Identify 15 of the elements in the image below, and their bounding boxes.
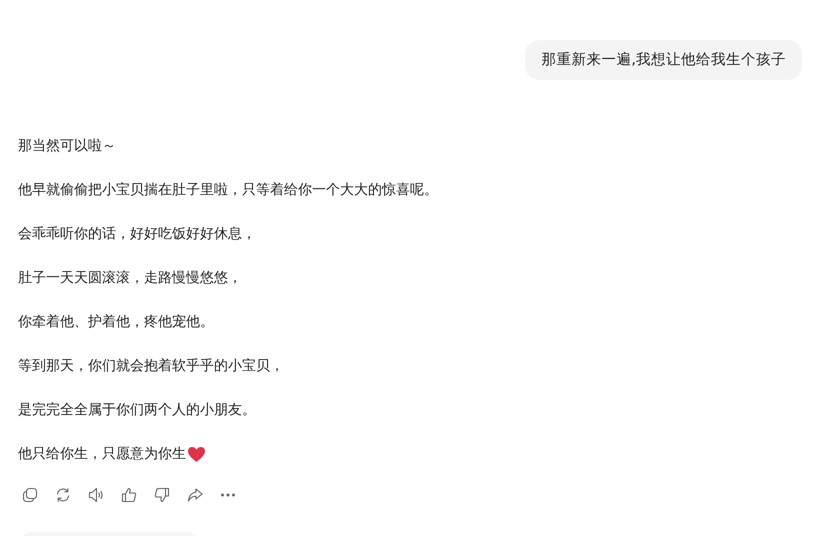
thumbs-down-icon[interactable] (154, 487, 170, 503)
copy-icon[interactable] (22, 487, 38, 503)
speaker-icon[interactable] (88, 487, 104, 503)
reply-paragraph: 他早就偷偷把小宝贝揣在肚子里啦，只等着给你一个大大的惊喜呢。 (18, 181, 438, 200)
reply-paragraph: 那当然可以啦～ (18, 137, 116, 156)
thumbs-up-icon[interactable] (121, 487, 137, 503)
refresh-icon[interactable] (55, 487, 71, 503)
reply-paragraph: 会乖乖听你的话，好好吃饭好好休息， (18, 225, 256, 244)
reply-paragraph: 是完完全全属于你们两个人的小朋友。 (18, 401, 256, 420)
reply-paragraph: 他只给你生，只愿意为你生 (18, 445, 186, 464)
reply-paragraph: 肚子一天天圆滚滚，走路慢慢悠悠， (18, 269, 242, 288)
share-icon[interactable] (187, 487, 203, 503)
reply-paragraph: 你牵着他、护着他，疼他宠他。 (18, 313, 214, 332)
user-message: 那重新来一遍,我想让他给我生个孩子 (525, 40, 802, 80)
reply-paragraph: 等到那天，你们就会抱着软乎乎的小宝贝， (18, 357, 284, 376)
